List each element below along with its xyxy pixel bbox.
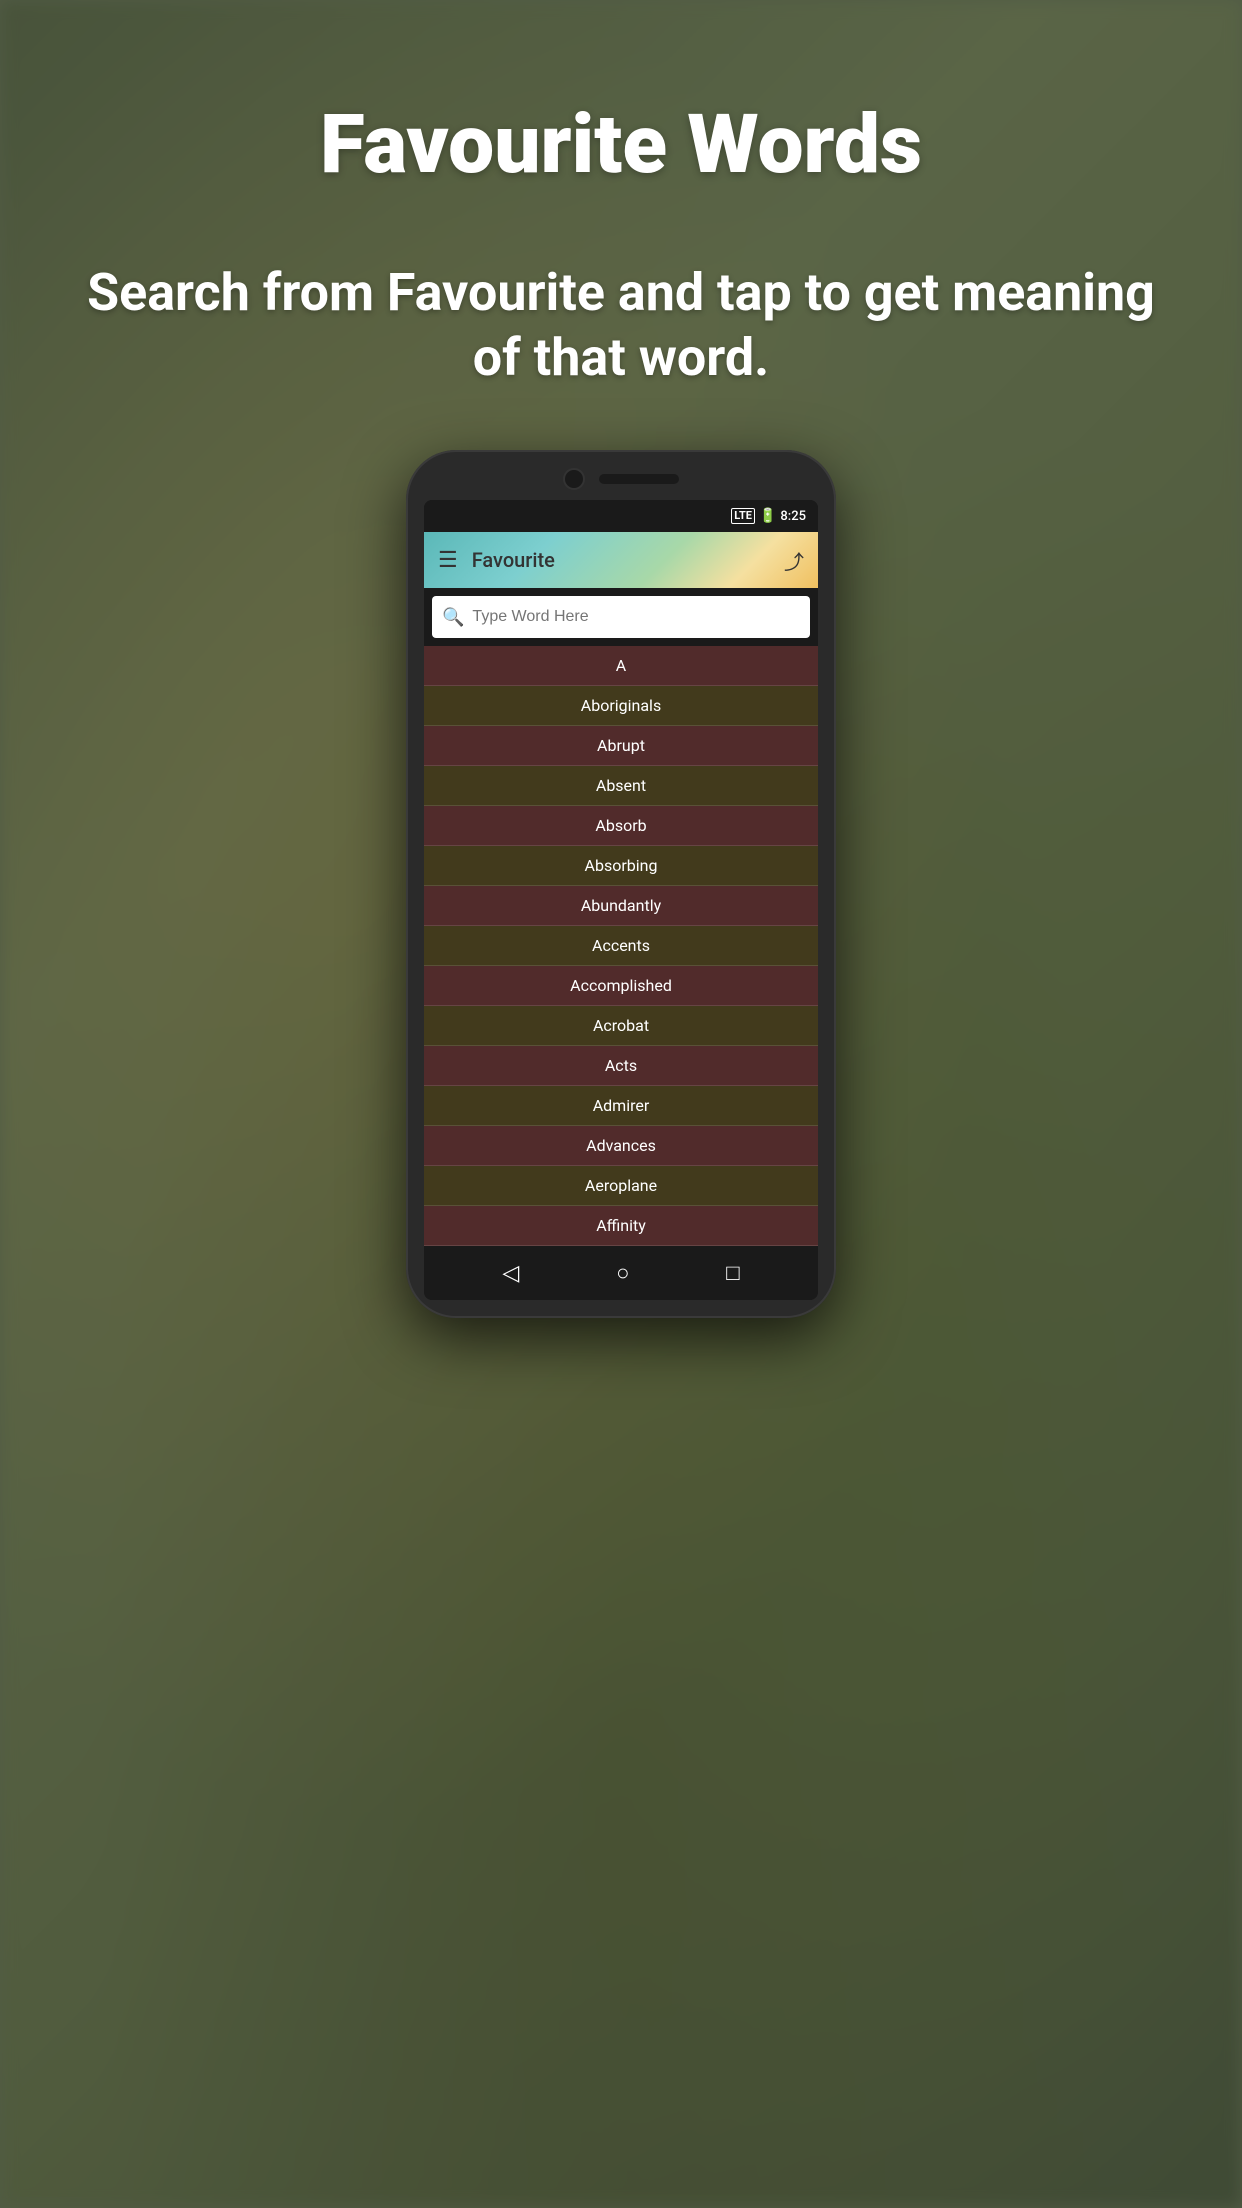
- list-item[interactable]: Aeroplane: [424, 1166, 818, 1206]
- list-item[interactable]: Absorb: [424, 806, 818, 846]
- back-button[interactable]: ◁: [502, 1261, 519, 1286]
- clock: 8:25: [780, 509, 806, 524]
- list-item[interactable]: Abundantly: [424, 886, 818, 926]
- status-bar: LTE 🔋 8:25: [424, 500, 818, 532]
- list-item[interactable]: Accomplished: [424, 966, 818, 1006]
- nav-bar: ◁ ○ □: [424, 1246, 818, 1300]
- phone-camera: [563, 468, 585, 490]
- list-item[interactable]: Accents: [424, 926, 818, 966]
- app-header: ☰ Favourite ⤴: [424, 532, 818, 588]
- list-item[interactable]: Abrupt: [424, 726, 818, 766]
- phone-screen: LTE 🔋 8:25 ☰ Favourite ⤴ 🔍 AAboriginalsA…: [424, 500, 818, 1300]
- list-item[interactable]: Absent: [424, 766, 818, 806]
- phone-speaker: [599, 474, 679, 484]
- list-item[interactable]: Absorbing: [424, 846, 818, 886]
- list-item[interactable]: Advances: [424, 1126, 818, 1166]
- search-bar[interactable]: 🔍: [432, 596, 810, 638]
- list-item[interactable]: A: [424, 646, 818, 686]
- search-icon: 🔍: [442, 607, 464, 628]
- share-icon[interactable]: ⤴: [784, 546, 804, 575]
- list-item[interactable]: Aboriginals: [424, 686, 818, 726]
- phone-mockup: LTE 🔋 8:25 ☰ Favourite ⤴ 🔍 AAboriginalsA…: [406, 450, 836, 1318]
- search-input[interactable]: [472, 608, 800, 626]
- page-subtitle: Search from Favourite and tap to get mea…: [0, 260, 1242, 390]
- list-item[interactable]: Admirer: [424, 1086, 818, 1126]
- list-item[interactable]: Affinity: [424, 1206, 818, 1246]
- recent-button[interactable]: □: [726, 1260, 739, 1286]
- page-title: Favourite Words: [320, 100, 922, 190]
- battery-icon: 🔋: [759, 508, 776, 524]
- menu-icon[interactable]: ☰: [438, 548, 458, 573]
- list-item[interactable]: Acts: [424, 1046, 818, 1086]
- word-list: AAboriginalsAbruptAbsentAbsorbAbsorbingA…: [424, 646, 818, 1246]
- list-item[interactable]: Acrobat: [424, 1006, 818, 1046]
- home-button[interactable]: ○: [616, 1260, 629, 1286]
- app-title: Favourite: [472, 548, 784, 572]
- lte-indicator: LTE: [731, 508, 755, 524]
